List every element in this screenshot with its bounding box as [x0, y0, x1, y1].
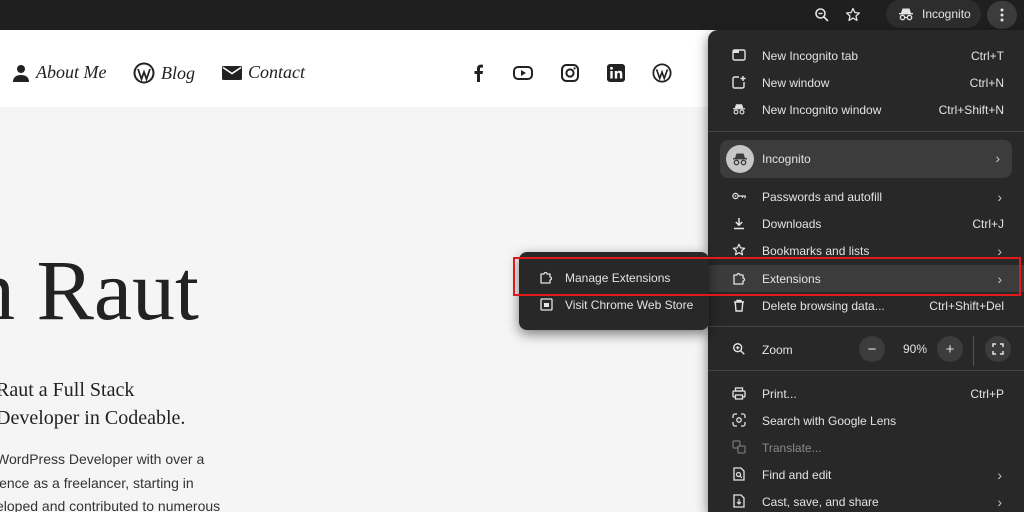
menu-item-label: Downloads [762, 216, 822, 231]
menu-item-shortcut: Ctrl+Shift+N [938, 102, 1004, 117]
menu-item-passwords[interactable]: Passwords and autofill › [708, 183, 1024, 210]
menu-item-new-window[interactable]: New window Ctrl+N [708, 69, 1024, 96]
menu-item-label: New Incognito tab [762, 48, 859, 63]
menu-item-new-incognito-window[interactable]: New Incognito window Ctrl+Shift+N [708, 96, 1024, 123]
star-icon [732, 243, 746, 257]
download-icon [732, 216, 746, 230]
hero-subtitle-line: Raut a Full Stack [0, 379, 135, 401]
incognito-icon [732, 102, 746, 116]
incognito-icon [899, 8, 913, 21]
menu-item-translate: Translate... [708, 434, 1024, 461]
youtube-icon[interactable] [513, 63, 533, 83]
menu-item-new-incognito-tab[interactable]: New Incognito tab Ctrl+T [708, 42, 1024, 69]
nav-blog-label: Blog [161, 62, 195, 83]
kebab-menu-icon[interactable] [987, 1, 1017, 29]
menu-item-find-and-edit[interactable]: Find and edit › [708, 461, 1024, 488]
zoom-icon [732, 342, 746, 356]
nav-contact-label: Contact [248, 62, 305, 82]
zoom-icon[interactable] [810, 3, 834, 27]
hero-subtitle: Raut a Full Stack Developer in Codeable. [0, 376, 185, 432]
menu-item-downloads[interactable]: Downloads Ctrl+J [708, 210, 1024, 237]
menu-item-google-lens[interactable]: Search with Google Lens [708, 407, 1024, 434]
menu-item-label: Passwords and autofill [762, 189, 883, 204]
hero-body-line: WordPress Developer with over a [0, 451, 205, 467]
menu-item-label: Find and edit [762, 467, 832, 482]
menu-divider [708, 370, 1024, 371]
new-tab-icon [732, 48, 746, 62]
menu-item-shortcut: Ctrl+J [972, 216, 1004, 231]
hero-body-line: ience as a freelancer, starting in [0, 474, 194, 491]
nav-about-me[interactable]: About Me [12, 62, 106, 83]
menu-item-print[interactable]: Print... Ctrl+P [708, 380, 1024, 407]
find-icon [732, 467, 746, 481]
browser-toolbar: Incognito [0, 0, 1024, 30]
menu-item-label: New window [762, 75, 830, 90]
person-icon [13, 64, 29, 82]
trash-icon [732, 298, 746, 312]
highlight-annotation [513, 257, 1021, 296]
menu-item-cast-save-share[interactable]: Cast, save, and share › [708, 488, 1024, 512]
hero-subtitle-line: Developer in Codeable. [0, 407, 186, 429]
menu-item-label: Delete browsing data... [762, 298, 885, 313]
chevron-right-icon: › [997, 188, 1002, 205]
star-icon[interactable] [841, 3, 865, 27]
nav-contact[interactable]: Contact [222, 62, 305, 83]
web-store-icon [539, 297, 553, 311]
print-icon [732, 386, 746, 400]
instagram-icon[interactable] [560, 63, 580, 83]
mail-icon [222, 65, 242, 80]
menu-item-label: Bookmarks and lists [762, 243, 870, 258]
linkedin-icon[interactable] [606, 63, 626, 83]
submenu-item-label: Visit Chrome Web Store [565, 297, 694, 312]
menu-item-label: Print... [762, 386, 797, 401]
chevron-right-icon: › [997, 493, 1002, 510]
fullscreen-button[interactable] [985, 336, 1011, 362]
menu-divider [708, 131, 1024, 132]
wordpress-icon [133, 62, 155, 84]
hero-body-line: eloped and contributed to numerous [0, 498, 221, 512]
hero-body: WordPress Developer with over a ience as… [0, 448, 220, 512]
menu-item-label: Search with Google Lens [762, 413, 897, 428]
incognito-profile-button[interactable]: Incognito [886, 0, 981, 28]
zoom-divider [973, 336, 974, 366]
facebook-icon[interactable] [468, 63, 488, 83]
menu-divider [708, 326, 1024, 327]
fullscreen-icon [992, 343, 1004, 355]
nav-about-me-label: About Me [36, 62, 107, 82]
wordpress-social-icon[interactable] [652, 63, 672, 83]
chevron-right-icon: › [997, 466, 1002, 483]
zoom-out-button[interactable]: − [859, 336, 885, 362]
new-window-icon [732, 75, 746, 89]
menu-item-label: Translate... [762, 440, 822, 455]
menu-item-shortcut: Ctrl+P [970, 386, 1004, 401]
profile-label: Incognito [762, 152, 811, 166]
menu-item-shortcut: Ctrl+T [971, 48, 1004, 63]
avatar [726, 145, 754, 173]
menu-item-incognito-profile[interactable]: Incognito › [720, 140, 1012, 178]
menu-item-label: New Incognito window [762, 102, 882, 117]
key-icon [732, 189, 746, 203]
menu-item-shortcut: Ctrl+Shift+Del [929, 298, 1004, 313]
zoom-label: Zoom [762, 342, 793, 357]
zoom-in-button[interactable]: + [937, 336, 963, 362]
hero-name: n Raut [0, 242, 199, 338]
lens-icon [732, 413, 746, 427]
incognito-label: Incognito [922, 7, 971, 21]
translate-icon [732, 440, 746, 454]
nav-blog[interactable]: Blog [133, 62, 195, 84]
menu-item-label: Cast, save, and share [762, 494, 879, 509]
menu-item-shortcut: Ctrl+N [969, 75, 1004, 90]
zoom-value: 90% [902, 342, 928, 356]
chevron-right-icon: › [995, 150, 1000, 166]
cast-icon [732, 494, 746, 508]
menu-item-delete-browsing-data[interactable]: Delete browsing data... Ctrl+Shift+Del [708, 292, 1024, 319]
